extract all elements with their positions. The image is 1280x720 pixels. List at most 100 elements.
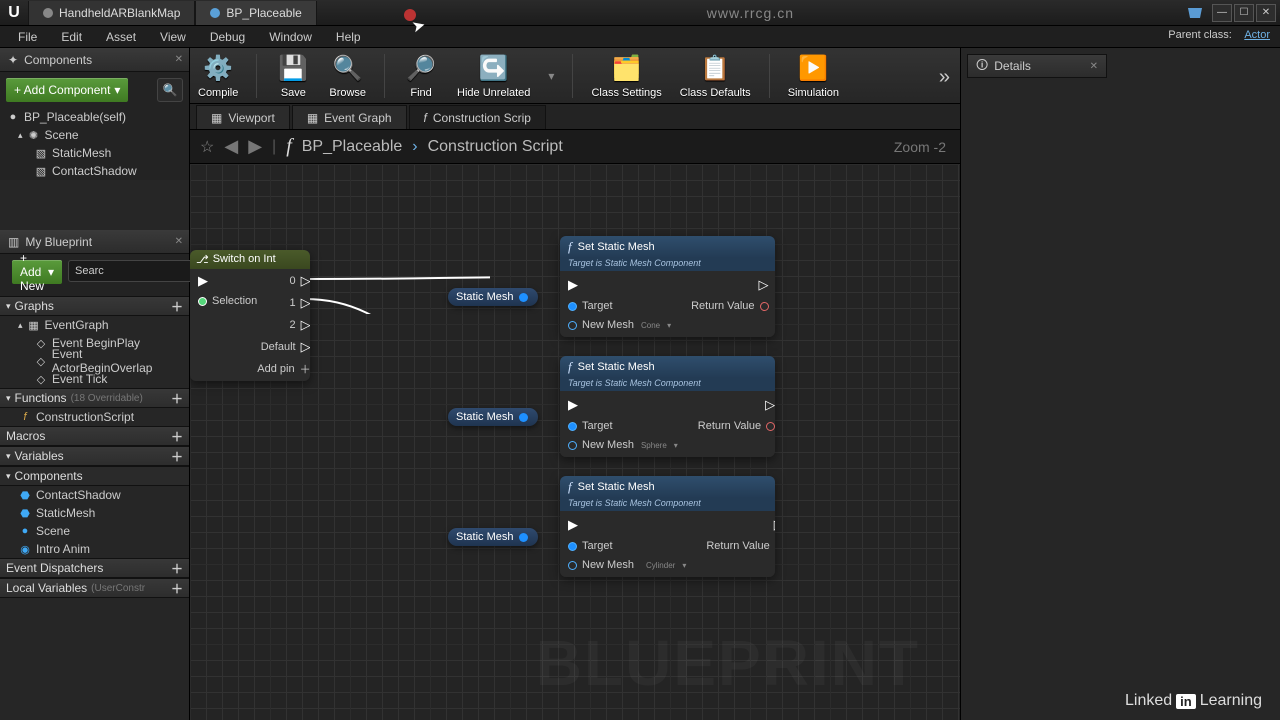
compile-icon: ⚙️ [200,53,236,85]
component-root[interactable]: ●BP_Placeable(self) [0,108,189,126]
components-panel-tab[interactable]: ✦ Components✕ [0,48,189,72]
add-icon[interactable]: ＋ [171,390,183,407]
menu-help[interactable]: Help [326,28,371,46]
browse-button[interactable]: 🔍Browse [329,53,366,99]
function-icon: f [568,359,572,375]
function-icon: f [568,239,572,255]
details-icon: 🛈 [976,56,988,77]
var-icon: ● [18,525,32,537]
overflow-icon[interactable]: » [939,66,950,89]
section-functions[interactable]: ▾Functions(18 Overridable)＋ [0,388,189,408]
node-set-static-mesh-3[interactable]: fSet Static Mesh Target is Static Mesh C… [560,476,775,577]
save-icon: 💾 [275,53,311,85]
maximize-button[interactable]: ☐ [1234,4,1254,22]
details-panel-tab[interactable]: 🛈 Details ✕ [967,54,1107,78]
toolbar: ⚙️Compile 💾Save 🔍Browse 🔎Find ↪️Hide Unr… [190,48,960,104]
event-icon: ◇ [34,373,48,386]
play-icon: ▶️ [795,53,831,85]
tab-construction[interactable]: fConstruction Scrip [409,105,546,129]
var-staticmesh[interactable]: ⬣StaticMesh [0,504,189,522]
event-icon: ◇ [34,355,48,368]
add-pin-button[interactable]: Add pin＋ [257,361,310,377]
find-button[interactable]: 🔎Find [403,53,439,99]
myblueprint-panel-tab[interactable]: ▥ My Blueprint✕ [0,230,189,254]
section-components-vars[interactable]: ▾Components [0,466,189,486]
function-construction[interactable]: fConstructionScript [0,408,189,426]
shadow-icon: ▧ [34,165,48,178]
sphere-icon: ● [6,111,20,123]
graph-eventgraph[interactable]: ▴▦EventGraph [0,316,189,334]
title-bar: U HandheldARBlankMap BP_Placeable www.rr… [0,0,1280,26]
tab-viewport[interactable]: ▦Viewport [196,105,290,129]
title-tab-bp[interactable]: BP_Placeable [195,1,316,25]
save-button[interactable]: 💾Save [275,53,311,99]
parent-class-link[interactable]: Actor [1244,29,1270,41]
graph-canvas[interactable]: BLUEPRINT ⎇Switch on Int ▶ Selection [190,164,960,720]
component-scene[interactable]: ▴✺Scene [0,126,189,144]
var-pill-staticmesh-1[interactable]: Static Mesh [448,288,538,306]
menu-bar: File Edit Asset View Debug Window Help P… [0,26,1280,48]
breadcrumb-script[interactable]: Construction Script [428,138,563,156]
function-icon: f [424,111,427,125]
var-contactshadow[interactable]: ⬣ContactShadow [0,486,189,504]
compile-button[interactable]: ⚙️Compile [198,53,238,99]
breadcrumb-asset[interactable]: BP_Placeable [302,138,403,156]
add-new-button[interactable]: + Add New▾ [12,260,62,284]
tab-eventgraph[interactable]: ▦Event Graph [292,105,407,129]
search-icon[interactable]: 🔍 [157,78,183,102]
component-contactshadow[interactable]: ▧ContactShadow [0,162,189,180]
right-column: 🛈 Details ✕ [960,48,1280,720]
menu-file[interactable]: File [8,28,47,46]
event-overlap[interactable]: ◇Event ActorBeginOverlap [0,352,189,370]
var-pill-staticmesh-3[interactable]: Static Mesh [448,528,538,546]
add-icon[interactable]: ＋ [171,448,183,465]
section-graphs[interactable]: ▾Graphs＋ [0,296,189,316]
add-component-button[interactable]: + Add Component▾ [6,78,128,102]
marketplace-icon[interactable] [1184,2,1206,24]
var-pill-staticmesh-2[interactable]: Static Mesh [448,408,538,426]
class-settings-button[interactable]: 🗂️Class Settings [591,53,661,99]
components-icon: ✦ [8,53,18,67]
menu-edit[interactable]: Edit [51,28,92,46]
add-icon[interactable]: ＋ [171,298,183,315]
branch-icon: ⎇ [196,253,209,266]
close-icon[interactable]: ✕ [1090,61,1098,72]
section-variables[interactable]: ▾Variables＋ [0,446,189,466]
scene-icon: ✺ [27,129,41,142]
node-switch-on-int[interactable]: ⎇Switch on Int ▶ Selection 0▷ 1▷ 2▷ Defa… [190,250,310,381]
var-scene[interactable]: ●Scene [0,522,189,540]
node-set-static-mesh-2[interactable]: fSet Static Mesh Target is Static Mesh C… [560,356,775,457]
hide-icon: ↪️ [476,53,512,85]
var-introanim[interactable]: ◉Intro Anim [0,540,189,558]
minimize-button[interactable]: — [1212,4,1232,22]
find-icon: 🔎 [403,53,439,85]
center-area: ⚙️Compile 💾Save 🔍Browse 🔎Find ↪️Hide Unr… [190,48,960,720]
forward-icon[interactable]: ▶ [248,136,262,157]
back-icon[interactable]: ◀ [224,136,238,157]
hide-button[interactable]: ↪️Hide Unrelated [457,53,530,99]
menu-debug[interactable]: Debug [200,28,255,46]
simulation-button[interactable]: ▶️Simulation [788,53,839,99]
section-macros[interactable]: Macros＋ [0,426,189,446]
menu-window[interactable]: Window [259,28,322,46]
node-set-static-mesh-1[interactable]: fSet Static Mesh Target is Static Mesh C… [560,236,775,337]
add-icon[interactable]: ＋ [171,560,183,577]
close-button[interactable]: ✕ [1256,4,1276,22]
menu-view[interactable]: View [150,28,196,46]
favorite-icon[interactable]: ☆ [200,137,214,157]
close-icon[interactable]: ✕ [175,54,183,65]
watermark-url: www.rrcg.cn [317,5,1184,21]
function-icon: f [18,411,32,423]
menu-asset[interactable]: Asset [96,28,146,46]
class-defaults-button[interactable]: 📋Class Defaults [680,53,751,99]
add-icon[interactable]: ＋ [171,428,183,445]
graph-icon: ▦ [307,111,318,125]
defaults-icon: 📋 [697,53,733,85]
breadcrumb-bar: ☆ ◀ ▶ | f BP_Placeable › Construction Sc… [190,130,960,164]
section-dispatchers[interactable]: Event Dispatchers＋ [0,558,189,578]
close-icon[interactable]: ✕ [175,236,183,247]
section-localvars[interactable]: Local Variables(UserConstr＋ [0,578,189,598]
add-icon[interactable]: ＋ [171,580,183,597]
component-staticmesh[interactable]: ▧StaticMesh [0,144,189,162]
title-tab-map[interactable]: HandheldARBlankMap [28,1,195,25]
